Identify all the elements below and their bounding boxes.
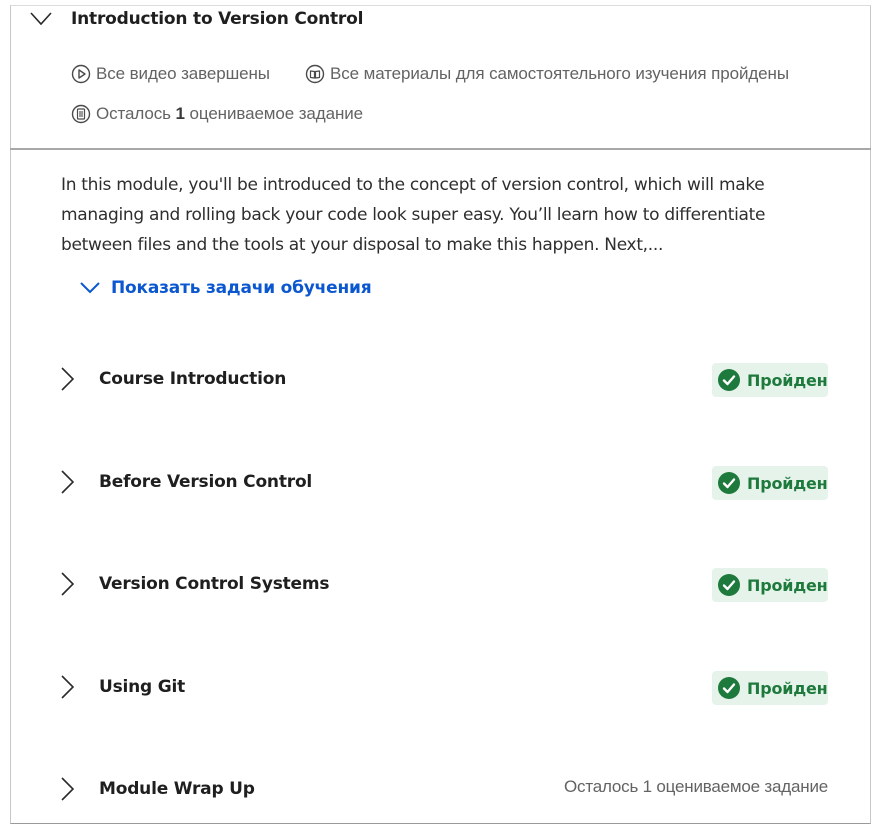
remaining-prefix: Осталось: [96, 104, 171, 123]
status-label: Пройден: [747, 678, 828, 698]
module-title: Introduction to Version Control: [71, 9, 364, 29]
status-badge: Пройден: [712, 466, 828, 500]
chevron-right-icon[interactable]: [60, 675, 74, 699]
status-label: Пройден: [747, 575, 828, 595]
remaining-count: 1: [175, 104, 185, 123]
lesson-title[interactable]: Before Version Control: [99, 472, 312, 492]
materials-status: Все материалы для самостоятельного изуче…: [305, 64, 789, 84]
show-objectives-button[interactable]: Показать задачи обучения: [80, 278, 372, 298]
header-divider: [10, 148, 871, 150]
book-icon: [305, 64, 325, 84]
videos-status: Все видео завершены: [71, 64, 270, 84]
lesson-title[interactable]: Using Git: [99, 677, 185, 697]
assignments-remaining: Осталось 1 оцениваемое задание: [71, 104, 363, 124]
chevron-right-icon[interactable]: [60, 470, 74, 494]
module-description: In this module, you'll be introduced to …: [61, 175, 766, 255]
show-objectives-label: Показать задачи обучения: [111, 278, 372, 298]
remaining-assignments-label: Осталось 1 оцениваемое задание: [564, 777, 828, 796]
lesson-row[interactable]: Course Introduction Пройден: [56, 359, 831, 399]
check-circle-icon: [718, 472, 740, 494]
status-badge: Пройден: [712, 671, 828, 705]
module-header[interactable]: Introduction to Version Control: [30, 6, 363, 32]
lesson-row[interactable]: Module Wrap Up Осталось 1 оцениваемое за…: [56, 769, 831, 809]
lesson-row[interactable]: Version Control Systems Пройден: [56, 564, 831, 604]
status-badge: Пройден: [712, 363, 828, 397]
check-circle-icon: [718, 369, 740, 391]
status-label: Пройден: [747, 370, 828, 390]
lesson-title[interactable]: Course Introduction: [99, 369, 286, 389]
document-list-icon: [71, 104, 91, 124]
lesson-title[interactable]: Module Wrap Up: [99, 779, 255, 799]
chevron-down-icon[interactable]: [30, 12, 52, 26]
check-circle-icon: [718, 677, 740, 699]
lesson-row[interactable]: Using Git Пройден: [56, 667, 831, 707]
lesson-title[interactable]: Version Control Systems: [99, 574, 330, 594]
check-circle-icon: [718, 574, 740, 596]
play-circle-icon: [71, 64, 91, 84]
remaining-suffix: оцениваемое задание: [189, 104, 364, 123]
chevron-right-icon[interactable]: [60, 777, 74, 801]
status-label: Пройден: [747, 473, 828, 493]
lesson-row[interactable]: Before Version Control Пройден: [56, 462, 831, 502]
chevron-right-icon[interactable]: [60, 367, 74, 391]
chevron-down-icon: [80, 282, 100, 294]
chevron-right-icon[interactable]: [60, 572, 74, 596]
status-badge: Пройден: [712, 568, 828, 602]
